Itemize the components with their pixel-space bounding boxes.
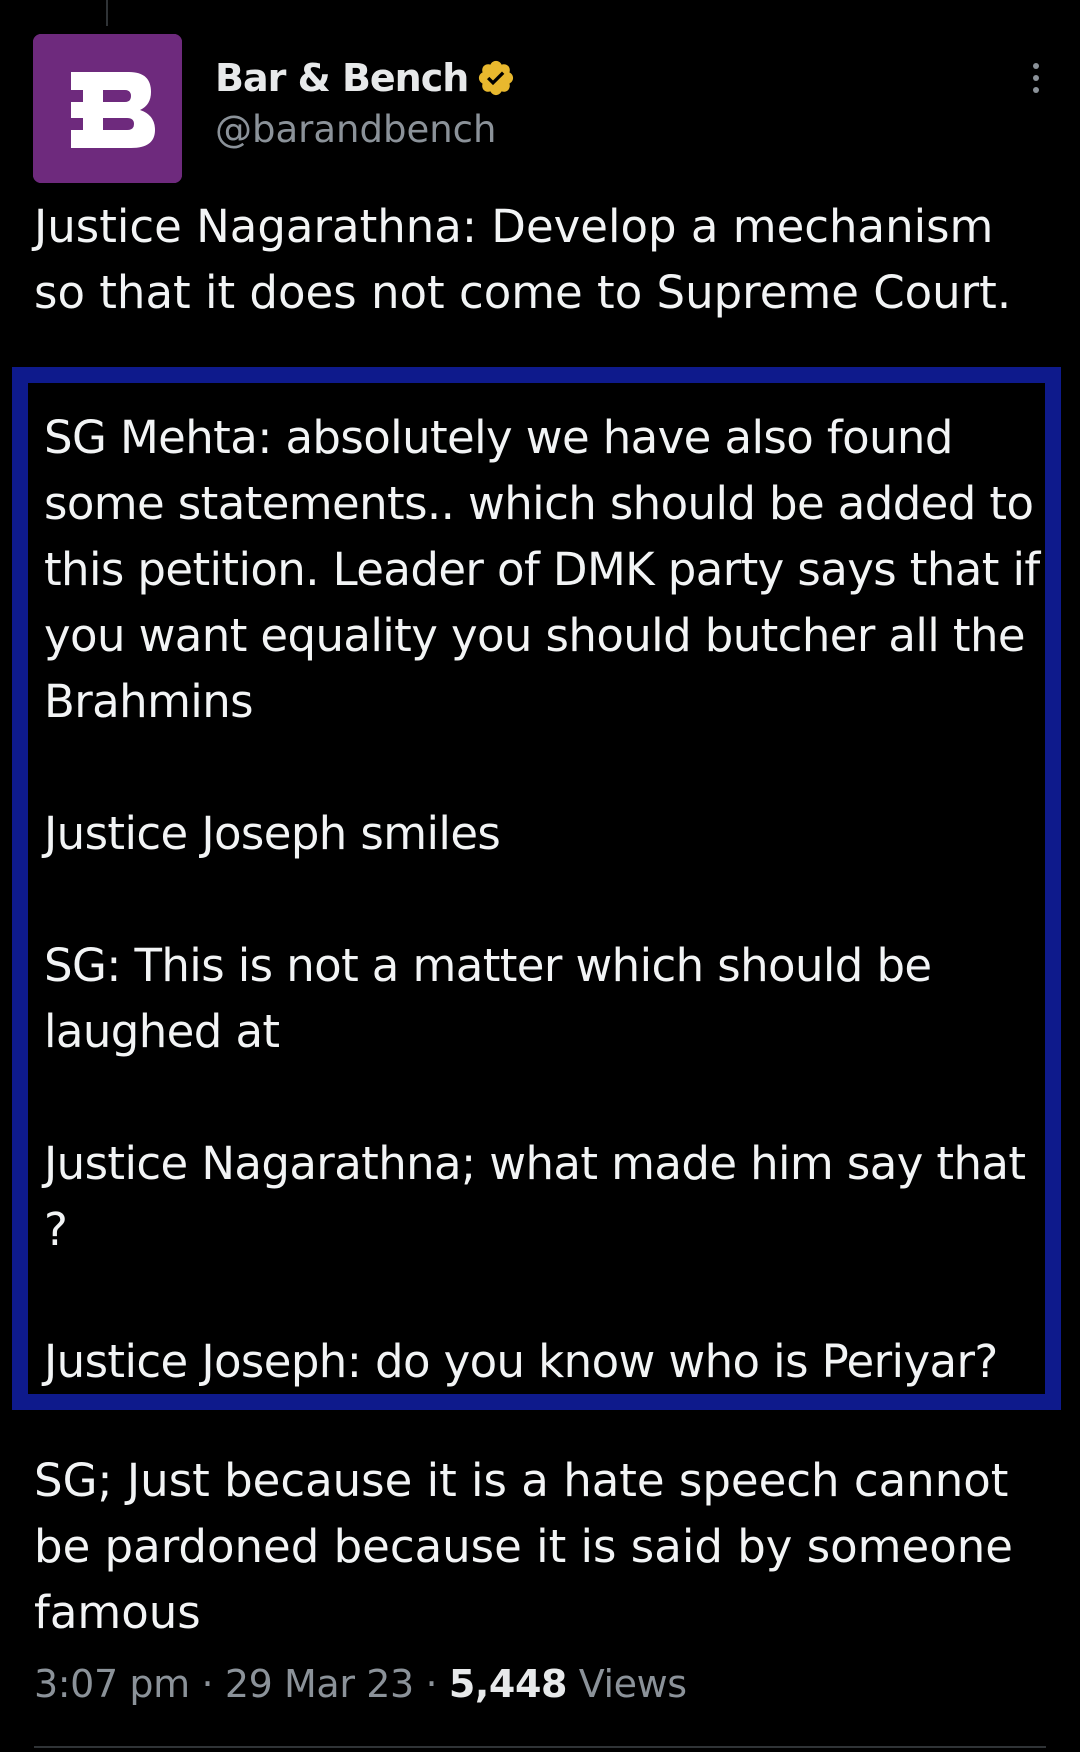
more-options-dot — [1033, 87, 1039, 93]
meta-separator: · — [425, 1662, 438, 1706]
author-info: Bar & Bench @barandbench — [215, 56, 516, 151]
bar-and-bench-logo-icon — [33, 34, 182, 183]
excerpt-paragraph: Justice Joseph: do you know who is Periy… — [44, 1335, 998, 1388]
tweet-header: Bar & Bench @barandbench — [33, 34, 1056, 184]
tweet-date[interactable]: 29 Mar 23 — [225, 1662, 414, 1706]
author-handle[interactable]: @barandbench — [215, 108, 516, 151]
views-label: Views — [578, 1662, 687, 1706]
highlighted-excerpt-box: SG Mehta: absolutely we have also found … — [12, 367, 1061, 1410]
excerpt-paragraph: SG: This is not a matter which should be… — [44, 939, 932, 1058]
meta-separator: · — [201, 1662, 214, 1706]
tweet-time[interactable]: 3:07 pm — [34, 1662, 190, 1706]
excerpt-paragraph: Justice Joseph smiles — [44, 807, 501, 860]
views-count[interactable]: 5,448 — [449, 1662, 568, 1706]
display-name[interactable]: Bar & Bench — [215, 56, 469, 100]
more-options-button[interactable] — [1016, 58, 1056, 98]
more-options-dot — [1033, 75, 1039, 81]
more-options-icon — [1033, 63, 1039, 69]
avatar[interactable] — [33, 34, 182, 183]
tweet-text-intro: Justice Nagarathna: Develop a mechanism … — [34, 200, 1012, 319]
divider — [34, 1746, 1046, 1748]
tweet-metadata: 3:07 pm · 29 Mar 23 · 5,448 Views — [34, 1662, 687, 1706]
excerpt-paragraph: SG Mehta: absolutely we have also found … — [44, 411, 1040, 728]
verified-badge-icon — [476, 58, 516, 98]
tweet-text-outro: SG; Just because it is a hate speech can… — [34, 1454, 1028, 1639]
excerpt-paragraph: Justice Nagarathna; what made him say th… — [44, 1137, 1026, 1256]
thread-connector-line — [106, 0, 108, 26]
